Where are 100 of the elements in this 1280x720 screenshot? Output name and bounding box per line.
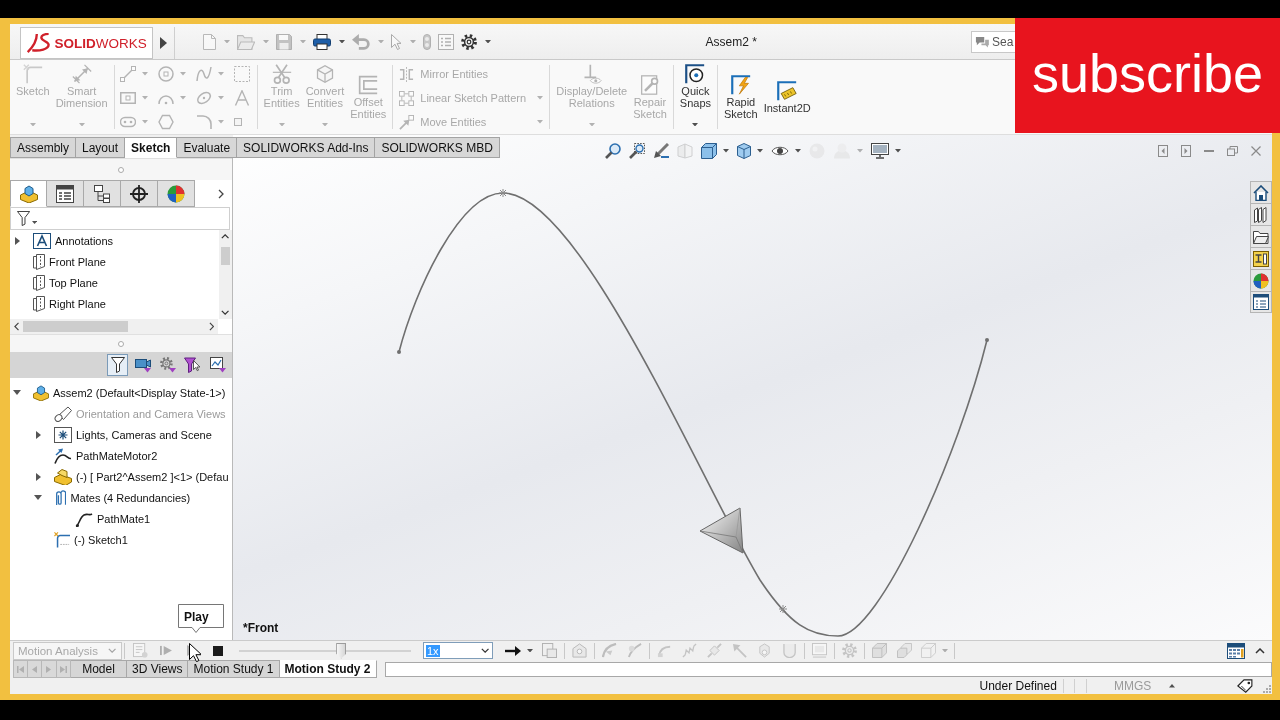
chevron-right-icon: [218, 188, 224, 199]
zoom-button[interactable]: [604, 143, 621, 159]
sketch-point-icon[interactable]: [778, 604, 788, 614]
ellipse-icon: [195, 90, 212, 106]
tile-right-icon: [1181, 145, 1191, 157]
calculator-button[interactable]: [1227, 642, 1245, 659]
search-field[interactable]: Sea: [971, 30, 1015, 53]
filter-button[interactable]: [107, 354, 128, 376]
logo-menu-button[interactable]: SOLIDWORKS: [20, 27, 153, 59]
tag-icon[interactable]: [1237, 679, 1253, 693]
tree-item[interactable]: Annotations: [10, 230, 219, 251]
list-window-button[interactable]: [1250, 291, 1272, 313]
tree-item[interactable]: PathMate1: [10, 508, 232, 529]
color-ball-button[interactable]: [1250, 269, 1272, 291]
tab[interactable]: Evaluate: [177, 137, 238, 158]
scrollbar-thumb[interactable]: [221, 247, 230, 265]
collapse-panel-button[interactable]: [1255, 647, 1265, 654]
splitter-handle[interactable]: [118, 166, 124, 173]
tree-item[interactable]: (-) Sketch1: [10, 529, 232, 550]
study-tab[interactable]: Motion Study 2: [279, 660, 377, 678]
next-icon: [46, 665, 52, 673]
splitter-handle[interactable]: [118, 340, 124, 347]
vertical-scrollbar[interactable]: [219, 230, 232, 319]
books-icon: [1253, 206, 1269, 223]
tab[interactable]: Sketch: [125, 137, 178, 158]
ruler-button[interactable]: Instant2D: [760, 60, 814, 134]
endpoint-icon[interactable]: [985, 338, 989, 342]
screen-icon: [812, 643, 827, 658]
tab[interactable]: Assembly: [10, 137, 76, 158]
tab[interactable]: SOLIDWORKS MBD: [375, 137, 500, 158]
spline-icon: [195, 66, 212, 82]
scrollbar-thumb[interactable]: [23, 321, 129, 332]
study-tab[interactable]: 3D Views: [127, 660, 189, 678]
tree-item[interactable]: Top Plane: [10, 272, 219, 293]
filter-field[interactable]: [10, 207, 230, 230]
filter-icon: [17, 211, 31, 226]
funnel-pointer-icon: [184, 357, 201, 373]
timeline-scrollbar[interactable]: [384, 662, 1272, 677]
traffic-light-icon: [423, 33, 432, 50]
tree-item[interactable]: Assem2 (Default<Display State-1>): [10, 382, 232, 403]
circle-icon: [157, 66, 174, 82]
right-arrow-icon: [505, 645, 521, 656]
line-diamond-icon: [707, 643, 722, 658]
rounded-corner-icon: [195, 114, 212, 130]
slot-icon: [119, 114, 136, 130]
tile-left-button[interactable]: [1158, 145, 1168, 157]
sketch-point-icon[interactable]: [498, 188, 508, 198]
monitor-button[interactable]: [870, 143, 901, 159]
tree-item[interactable]: Right Plane: [10, 293, 219, 314]
letter-a-box-icon: [33, 232, 51, 249]
square-grid-icon: [399, 90, 415, 106]
horizontal-scrollbar[interactable]: [10, 319, 218, 334]
funnel-pointer-button[interactable]: [182, 354, 203, 376]
panel-tab[interactable]: [47, 180, 84, 207]
study-tab[interactable]: Motion Study 1: [188, 660, 280, 678]
arrow-bar-button[interactable]: [652, 143, 669, 159]
shaded-cube-button[interactable]: [736, 143, 763, 159]
folder-button[interactable]: [1250, 225, 1272, 247]
cube-icon: [314, 64, 335, 84]
chevron-down-icon: [221, 310, 230, 315]
endpoint-icon[interactable]: [397, 350, 401, 354]
study-tab[interactable]: Model: [71, 660, 127, 678]
undo-icon: [352, 33, 371, 50]
eye-button[interactable]: [770, 145, 801, 157]
restore-button[interactable]: [1227, 146, 1238, 156]
tile-right-button[interactable]: [1181, 145, 1191, 157]
printer-icon: [313, 33, 332, 50]
chart-filter-icon: [209, 357, 226, 373]
arrow-bar-icon: [652, 143, 669, 159]
folder-icon: [1253, 228, 1269, 245]
home-button[interactable]: [1250, 181, 1272, 203]
tree-item[interactable]: Lights, Cameras and Scene: [10, 424, 232, 445]
open-folder-icon: [237, 33, 256, 50]
settings-button[interactable]: [461, 33, 492, 50]
printer-button[interactable]: [313, 33, 346, 50]
zoom-to-area-button[interactable]: [628, 143, 645, 159]
curve-arrow-icon: [54, 447, 72, 464]
target-frame-button[interactable]: Quick Snaps: [676, 60, 714, 134]
tab[interactable]: Layout: [76, 137, 126, 158]
tree-item[interactable]: PathMateMotor2: [10, 445, 232, 466]
timeline-thumb[interactable]: [336, 642, 347, 659]
books-button[interactable]: [1250, 203, 1272, 225]
panel-tab[interactable]: [84, 180, 121, 207]
previous-icon: [31, 665, 37, 673]
tab[interactable]: SOLIDWORKS Add-Ins: [237, 137, 376, 158]
view-cube-button[interactable]: [700, 143, 729, 159]
dashed-rectangle-icon: [233, 66, 250, 82]
triangular-part[interactable]: [699, 507, 744, 554]
caret-up-icon[interactable]: [1169, 684, 1176, 688]
panel-tab[interactable]: [121, 180, 158, 207]
tree-item[interactable]: Mates (4 Redundancies): [10, 487, 232, 508]
tree-item[interactable]: (-) [ Part2^Assem2 ]<1> (Defau: [10, 466, 232, 487]
cube-on-block-icon: [33, 384, 49, 401]
lightning-button[interactable]: Rapid Sketch: [721, 60, 761, 134]
tile-panel-button[interactable]: [1250, 247, 1272, 269]
close-button[interactable]: [1251, 146, 1261, 156]
list-window-icon: [1253, 294, 1269, 310]
tree-item[interactable]: Front Plane: [10, 251, 219, 272]
line-icon: [119, 66, 136, 82]
new-document-icon: [203, 33, 216, 50]
